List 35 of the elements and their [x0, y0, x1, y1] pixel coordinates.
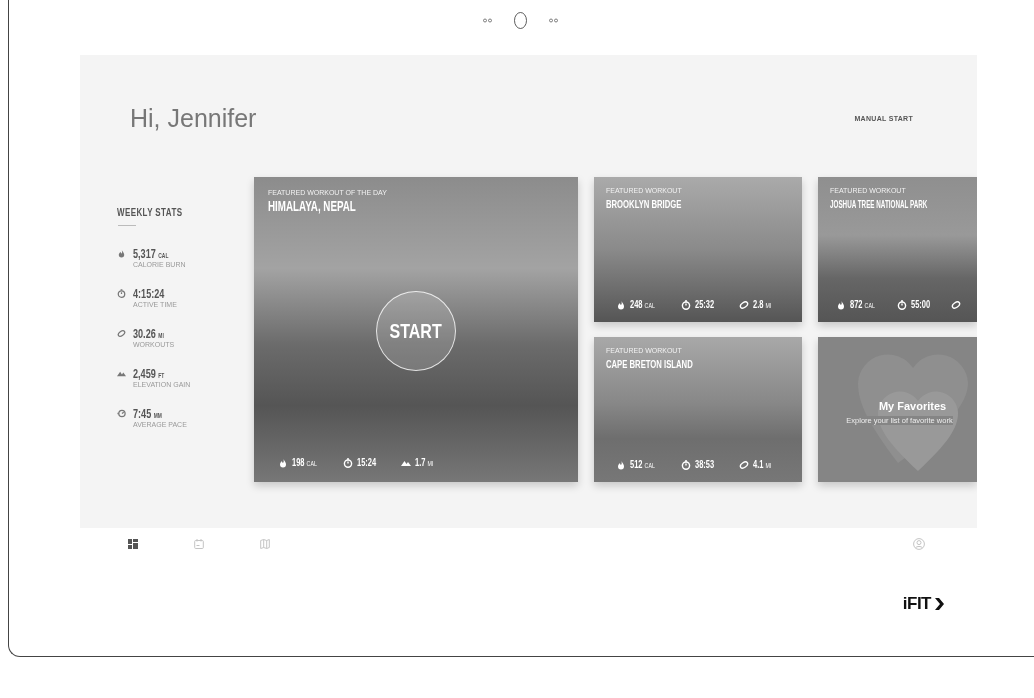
route-icon: [738, 299, 749, 310]
favorites-title: My Favorites: [878, 400, 947, 412]
chevron-icon: [934, 597, 945, 611]
dashboard-icon: [128, 539, 138, 549]
stat-value: 38:53: [695, 459, 715, 470]
route-icon: [117, 329, 126, 338]
profile-icon: [913, 538, 925, 550]
card-title: HIMALAYA, NEPAL: [268, 198, 356, 214]
stopwatch-icon: [897, 299, 908, 310]
section-title: WEEKLY STATS: [117, 207, 183, 218]
stopwatch-icon: [681, 459, 692, 470]
stat-value: 25:32: [695, 299, 715, 310]
stat-value: 55:00: [911, 299, 931, 310]
brand-logo: iFIT: [902, 594, 931, 614]
sensor-dots-icon: [549, 18, 558, 23]
route-icon: [950, 299, 961, 310]
stopwatch-icon: [681, 299, 692, 310]
camera-icon: [514, 12, 527, 29]
card-title: BROOKLYN BRIDGE: [606, 198, 682, 210]
mountain-icon: [117, 369, 126, 378]
speedometer-icon: [117, 409, 126, 418]
stat-value: 15:24: [357, 457, 377, 468]
stat-value: 4:15:24: [133, 286, 165, 301]
calendar-icon: [194, 539, 204, 549]
route-icon: [738, 459, 749, 470]
stopwatch-icon: [343, 457, 354, 468]
card-title: CAPE BRETON ISLAND: [606, 358, 693, 370]
greeting-title: Hi, Jennifer: [130, 103, 257, 133]
start-button[interactable]: START: [376, 291, 456, 371]
card-title: JOSHUA TREE NATIONAL PARK: [830, 198, 928, 210]
map-icon: [260, 539, 270, 549]
stopwatch-icon: [117, 289, 126, 298]
nav-tab[interactable]: [128, 539, 138, 549]
flame-icon: [117, 249, 126, 258]
sensor-dots-icon: [483, 18, 492, 23]
